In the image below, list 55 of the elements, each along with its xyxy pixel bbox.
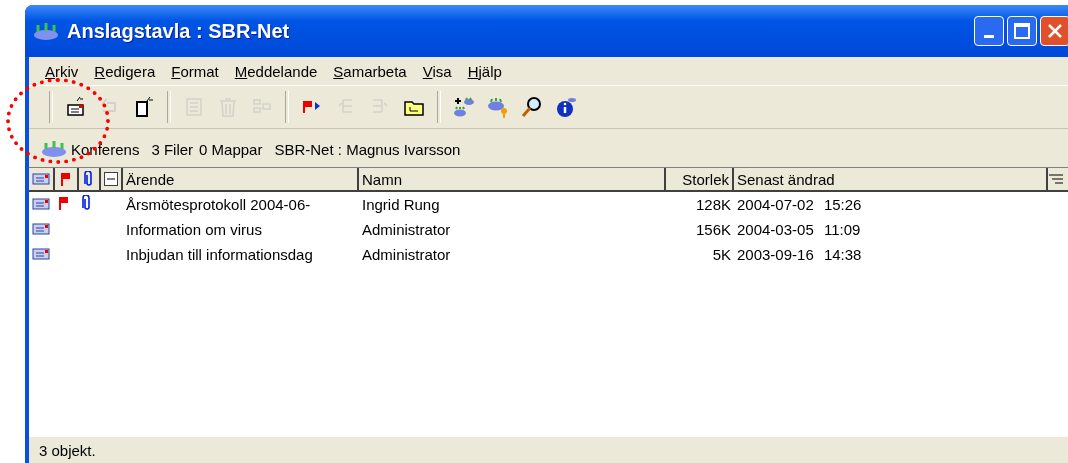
date-cell: 2004-07-02 [737, 196, 814, 213]
minimize-button[interactable] [974, 16, 1004, 46]
column-menu-icon[interactable] [1048, 173, 1064, 185]
maximize-button[interactable] [1007, 16, 1037, 46]
add-conference-icon [452, 95, 476, 119]
subject-cell: Årsmötesprotokoll 2004-06- [126, 196, 311, 213]
paperclip-icon [82, 195, 92, 211]
size-cell: 128K [695, 196, 731, 213]
subject-cell: Inbjudan till informationsdag [126, 246, 313, 263]
menu-item[interactable]: Visa [414, 62, 460, 80]
menu-item[interactable]: Redigera [86, 62, 164, 80]
status-text: 3 objekt. [39, 441, 96, 459]
subject-cell: Information om virus [126, 221, 262, 238]
envelope-icon [32, 198, 50, 210]
column-header[interactable]: Ärende [123, 168, 359, 190]
info-text: SBR-Net : Magnus Ivarsson [274, 140, 461, 158]
envelope-icon [32, 173, 50, 185]
menu-item[interactable]: Arkiv [37, 62, 87, 80]
name-cell: Administrator [362, 246, 451, 263]
info-text: Konferens [71, 140, 140, 158]
size-cell: 5K [712, 246, 731, 263]
info-text: 3 Filer [151, 140, 194, 158]
column-header[interactable]: Senast ändrad [734, 168, 1048, 190]
flag-icon [60, 172, 72, 186]
minimize-icon [984, 34, 994, 38]
envelope-icon [32, 248, 50, 260]
menu-item[interactable]: Meddelande [226, 62, 326, 80]
date-cell: 2003-09-16 [737, 246, 814, 263]
info-icon [554, 95, 578, 119]
menu-item[interactable]: Hjälp [459, 62, 510, 80]
info-text: 0 Mappar [199, 140, 263, 158]
close-icon [1047, 23, 1063, 39]
envelope-icon [32, 223, 50, 235]
conference-key-icon [486, 95, 510, 119]
name-cell: Administrator [362, 221, 451, 238]
conference-icon [41, 140, 67, 158]
window-title: Anslagstavla : SBR-Net [67, 19, 290, 43]
close-button[interactable] [1040, 16, 1068, 46]
envelope-column-header[interactable] [29, 168, 55, 190]
flag-icon [58, 196, 70, 210]
maximize-icon [1014, 23, 1030, 39]
collapse-column-header[interactable] [101, 168, 123, 190]
column-header[interactable]: Storlek [666, 168, 734, 190]
conference-icon [33, 21, 59, 41]
name-cell: Ingrid Rung [362, 196, 440, 213]
menu-item[interactable]: Samarbeta [325, 62, 415, 80]
size-cell: 156K [695, 221, 731, 238]
paperclip-icon [84, 171, 94, 187]
time-cell: 15:26 [823, 196, 862, 213]
time-cell: 14:38 [823, 246, 862, 263]
date-cell: 2004-03-05 [737, 221, 814, 238]
time-cell: 11:09 [823, 221, 861, 238]
menu-item[interactable]: Format [163, 62, 227, 80]
search-icon [520, 95, 544, 119]
column-header[interactable]: Namn [359, 168, 666, 190]
